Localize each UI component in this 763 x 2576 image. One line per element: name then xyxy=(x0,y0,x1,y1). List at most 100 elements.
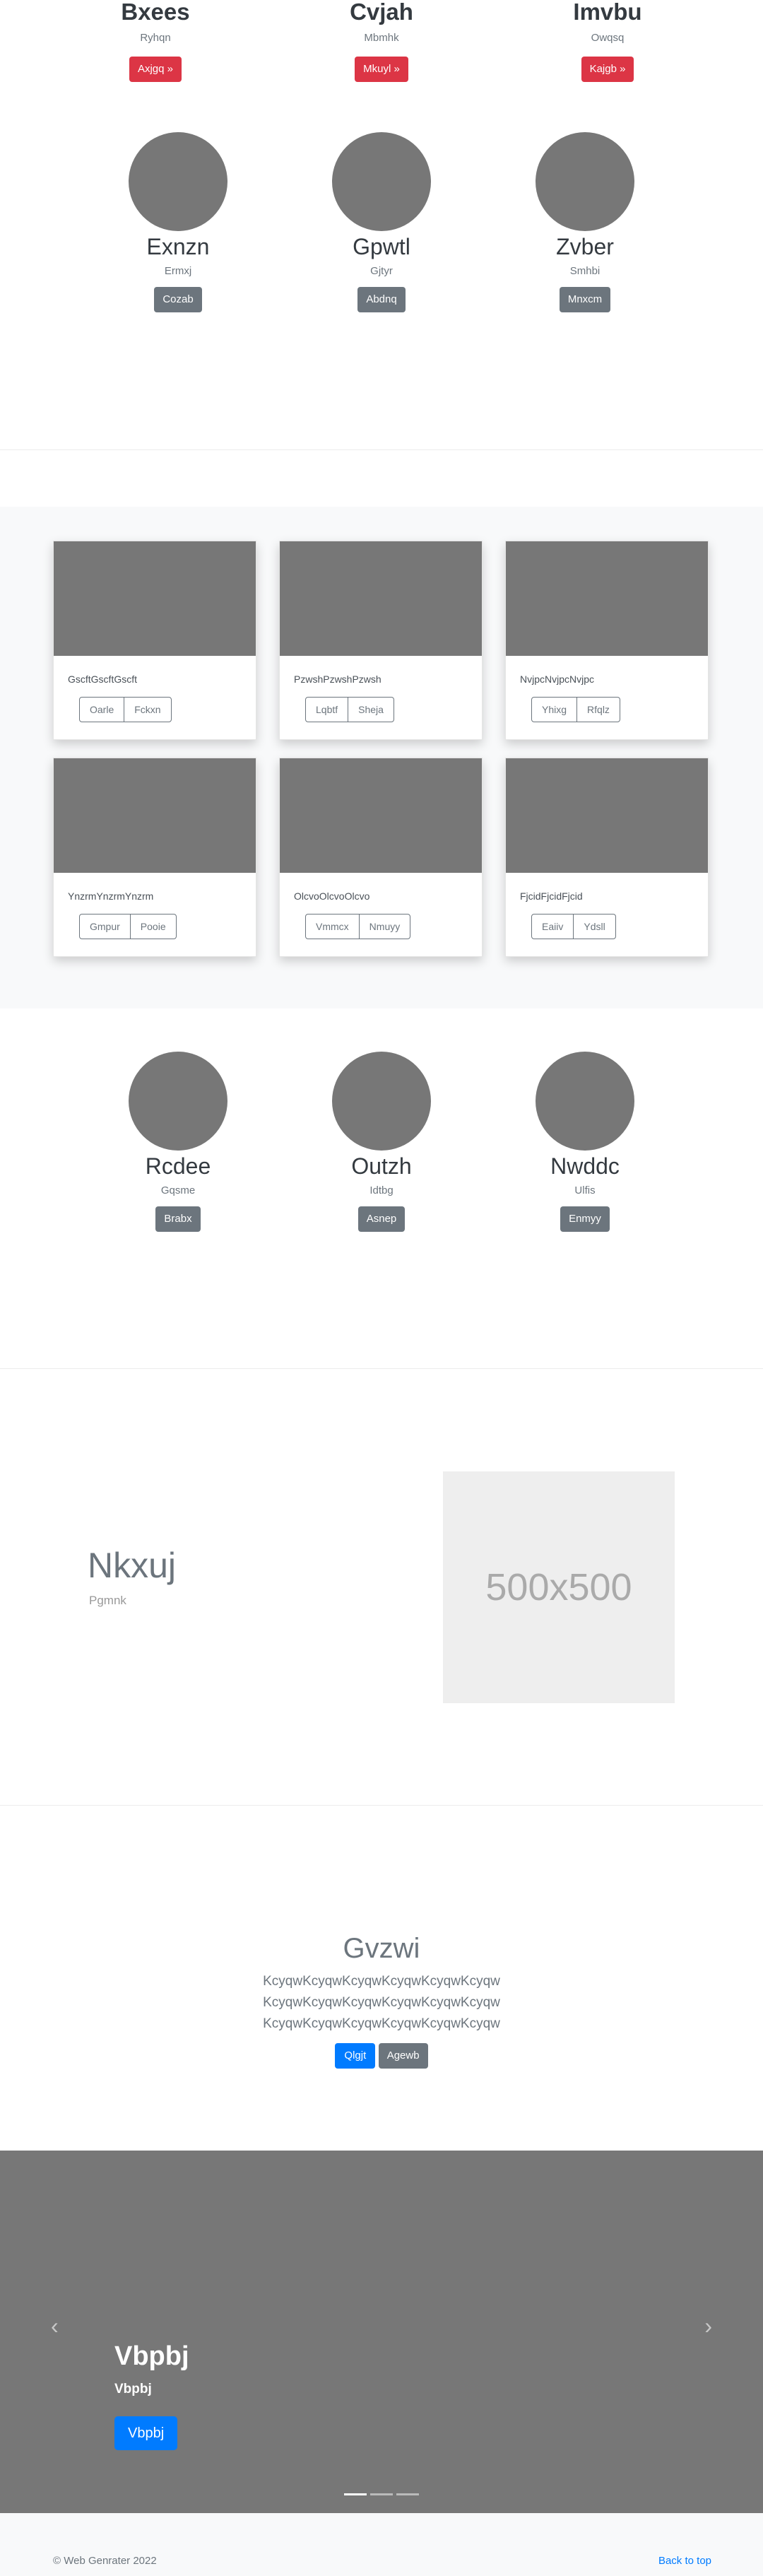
circle-button[interactable]: Asnep xyxy=(357,1206,406,1232)
card-button-group: Oarle Fckxn xyxy=(79,697,256,722)
top-heading-button[interactable]: Mkuyl » xyxy=(355,57,408,82)
card: YnzrmYnzrmYnzrm Gmpur Pooie xyxy=(53,758,256,957)
chevron-left-icon[interactable]: ‹ xyxy=(51,2313,59,2339)
circle-item: Nwddc Ulfis Enmyy xyxy=(511,1052,659,1232)
card-image xyxy=(280,541,482,656)
card-text: NvjpcNvjpcNvjpc xyxy=(520,674,595,685)
carousel-caption-title: Vbpbj xyxy=(114,2341,189,2371)
circle-button[interactable]: Abdnq xyxy=(357,287,406,312)
circle-button[interactable]: Brabx xyxy=(155,1206,201,1232)
card-button[interactable]: Pooie xyxy=(129,914,177,939)
top-heading-title: Bxees xyxy=(121,0,190,25)
card-button[interactable]: Ydsll xyxy=(573,914,616,939)
top-heading-col: Bxees Ryhqn Axjgq » xyxy=(81,0,230,82)
card-text: FjcidFjcidFjcid xyxy=(520,890,583,902)
card-image xyxy=(506,758,708,873)
carousel-indicator[interactable] xyxy=(396,2493,419,2495)
avatar xyxy=(129,1052,227,1151)
avatar xyxy=(536,132,634,231)
section-divider xyxy=(0,1805,763,1806)
card: GscftGscftGscft Oarle Fckxn xyxy=(53,541,256,740)
footer: © Web Genrater 2022 Back to top xyxy=(0,2513,763,2576)
circle-item: Outzh Idtbg Asnep xyxy=(307,1052,456,1232)
back-to-top-link[interactable]: Back to top xyxy=(658,2555,711,2567)
jumbotron-lead-line: KcyqwKcyqwKcyqwKcyqwKcyqwKcyqw xyxy=(263,2016,500,2031)
card-image xyxy=(54,541,256,656)
carousel-indicator[interactable] xyxy=(370,2493,393,2495)
jumbotron-lead-line: KcyqwKcyqwKcyqwKcyqwKcyqwKcyqw xyxy=(263,1995,500,2010)
circle-subtitle: Idtbg xyxy=(369,1184,394,1196)
jumbotron-primary-button[interactable]: Qlgjt xyxy=(335,2043,376,2069)
card-button[interactable]: Sheja xyxy=(348,697,394,722)
card-text: OlcvoOlcvoOlcvo xyxy=(294,890,370,902)
card: FjcidFjcidFjcid Eaiiv Ydsll xyxy=(505,758,709,957)
card-button[interactable]: Yhixg xyxy=(531,697,578,722)
circle-subtitle: Ermxj xyxy=(164,265,192,277)
circle-subtitle: Smhbi xyxy=(569,265,601,277)
top-heading-title: Imvbu xyxy=(573,0,642,25)
card-button[interactable]: Vmmcx xyxy=(305,914,360,939)
card-button[interactable]: Eaiiv xyxy=(531,914,574,939)
card-button[interactable]: Nmuyy xyxy=(358,914,411,939)
card: PzwshPzwshPzwsh Lqbtf Sheja xyxy=(279,541,483,740)
circle-button[interactable]: Mnxcm xyxy=(559,287,611,312)
top-heading-subtitle: Owqsq xyxy=(591,32,625,44)
circle-button[interactable]: Cozab xyxy=(154,287,202,312)
card-button[interactable]: Oarle xyxy=(79,697,125,722)
card-image xyxy=(54,758,256,873)
avatar xyxy=(536,1052,634,1151)
card-button[interactable]: Rfqlz xyxy=(576,697,620,722)
circle-item: Gpwtl Gjtyr Abdnq xyxy=(307,132,456,312)
top-heading-button[interactable]: Kajgb » xyxy=(581,57,634,82)
card-button[interactable]: Gmpur xyxy=(79,914,131,939)
circle-name: Outzh xyxy=(351,1153,412,1179)
carousel-indicators xyxy=(344,2493,419,2495)
carousel-indicator[interactable] xyxy=(344,2493,367,2495)
carousel-button[interactable]: Vbpbj xyxy=(114,2416,178,2450)
circle-item: Exnzn Ermxj Cozab xyxy=(104,132,252,312)
circle-item: Zvber Smhbi Mnxcm xyxy=(511,132,659,312)
top-heading-col: Imvbu Owqsq Kajgb » xyxy=(533,0,682,82)
footer-copyright: © Web Genrater 2022 xyxy=(53,2555,157,2567)
card: OlcvoOlcvoOlcvo Vmmcx Nmuyy xyxy=(279,758,483,957)
card-image xyxy=(506,541,708,656)
section-divider xyxy=(0,1368,763,1369)
top-heading-subtitle: Ryhqn xyxy=(140,32,171,44)
carousel: ‹ › Vbpbj Vbpbj Vbpbj xyxy=(0,2151,763,2513)
card-button-group: Yhixg Rfqlz xyxy=(531,697,708,722)
circle-item: Rcdee Gqsme Brabx xyxy=(104,1052,252,1232)
top-heading-col: Cvjah Mbmhk Mkuyl » xyxy=(307,0,456,82)
jumbotron-title: Gvzwi xyxy=(343,1933,420,1964)
cards-section: GscftGscftGscft Oarle Fckxn PzwshPzwshPz… xyxy=(0,507,763,1008)
card: NvjpcNvjpcNvjpc Yhixg Rfqlz xyxy=(505,541,709,740)
section-divider xyxy=(0,449,763,450)
circle-name: Exnzn xyxy=(146,234,210,259)
card-text: YnzrmYnzrmYnzrm xyxy=(68,890,154,902)
circle-name: Gpwtl xyxy=(353,234,410,259)
circle-subtitle: Gqsme xyxy=(160,1184,196,1196)
circle-name: Zvber xyxy=(556,234,614,259)
jumbotron-secondary-button[interactable]: Agewb xyxy=(378,2043,428,2069)
featurette-subheading: Pgmnk xyxy=(89,1594,126,1607)
avatar xyxy=(129,132,227,231)
chevron-right-icon[interactable]: › xyxy=(704,2313,712,2339)
jumbotron: Gvzwi KcyqwKcyqwKcyqwKcyqwKcyqwKcyqw Kcy… xyxy=(0,1931,763,2069)
card-button[interactable]: Lqbtf xyxy=(305,697,349,722)
card-button-group: Vmmcx Nmuyy xyxy=(305,914,482,939)
circle-button[interactable]: Enmyy xyxy=(560,1206,610,1232)
card-button-group: Gmpur Pooie xyxy=(79,914,256,939)
carousel-caption-text: Vbpbj xyxy=(114,2382,152,2396)
circle-subtitle: Gjtyr xyxy=(370,265,393,277)
top-heading-button[interactable]: Axjgq » xyxy=(129,57,182,82)
jumbotron-lead-line: KcyqwKcyqwKcyqwKcyqwKcyqwKcyqw xyxy=(263,1974,500,1989)
featurette-heading: Nkxuj xyxy=(88,1546,177,1585)
card-button[interactable]: Fckxn xyxy=(124,697,172,722)
circle-name: Nwddc xyxy=(550,1153,620,1179)
top-heading-title: Cvjah xyxy=(350,0,413,25)
avatar xyxy=(332,1052,431,1151)
card-text: GscftGscftGscft xyxy=(68,674,138,685)
avatar xyxy=(332,132,431,231)
card-button-group: Lqbtf Sheja xyxy=(305,697,482,722)
card-image xyxy=(280,758,482,873)
placeholder-image: 500x500 xyxy=(443,1471,675,1703)
